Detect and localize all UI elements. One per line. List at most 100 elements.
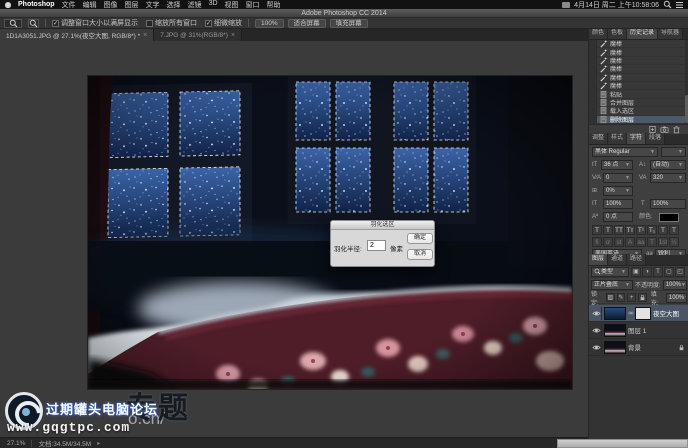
checkbox-box[interactable] [205,20,212,27]
font-family-select[interactable]: 黑体 Regular▼ [592,147,658,157]
option-checkbox[interactable]: 调整窗口大小以满屏显示 [52,18,138,28]
dialog-title[interactable]: 羽化选区 [331,221,434,230]
text-color-swatch[interactable] [659,213,679,222]
panel-tab[interactable]: 样式 [608,133,627,144]
link-icon[interactable] [628,310,634,316]
zoom-preset-button[interactable]: 适合屏幕 [288,19,326,28]
input-method-icon[interactable] [562,2,570,8]
canvas-pasteboard[interactable]: 羽化选区 羽化半径: 像素 确定 取消 过期罐头电脑论坛 www.gqgtpc.… [0,41,588,437]
panel-tab[interactable]: 字符 [627,133,646,144]
history-source-checkbox[interactable] [589,107,597,115]
layer-filter-icon[interactable]: ▢ [664,267,674,277]
spotlight-icon[interactable] [663,0,672,9]
opentype-toggle-icon[interactable]: fi [592,237,602,247]
history-source-checkbox[interactable] [589,90,597,98]
zoom-preset-button[interactable]: 100% [255,19,284,28]
layer-name[interactable]: 图层 1 [628,325,646,335]
zoom-percentage[interactable]: 27.1% [7,440,25,447]
opentype-toggle-icon[interactable]: 1st [658,237,668,247]
history-source-checkbox[interactable] [589,56,597,64]
menu-item[interactable]: 文件 [62,0,76,10]
document-tab[interactable]: 7.JPG @ 31%(RGB/8*) × [154,29,242,41]
tracking-select[interactable]: 320▼ [650,173,686,183]
menu-item[interactable]: 文字 [146,0,160,10]
layer-name[interactable]: 夜空大图 [653,308,679,318]
kerning-select[interactable]: 0▼ [603,173,633,183]
close-tab-icon[interactable]: × [231,32,235,39]
lock-all-icon[interactable] [638,293,647,302]
option-checkbox[interactable]: 细微缩放 [205,18,242,28]
document-tab[interactable]: 1D1A3051.JPG @ 27.1%(夜空大图, RGB/8*) * × [0,29,154,41]
layer-filter-icon[interactable]: T [653,267,663,277]
opentype-toggle-icon[interactable]: ơ [603,237,613,247]
option-checkbox[interactable]: 缩放所有窗口 [146,18,197,28]
history-source-checkbox[interactable] [589,98,597,106]
opentype-toggle-icon[interactable]: A [625,237,635,247]
menu-item[interactable]: 帮助 [267,0,281,10]
leading-select[interactable]: (自动)▼ [650,160,686,170]
menu-item[interactable]: 窗口 [246,0,260,10]
cancel-button[interactable]: 取消 [407,249,433,260]
menu-item[interactable]: 图像 [104,0,118,10]
ok-button[interactable]: 确定 [407,233,433,244]
menu-item[interactable]: 编辑 [83,0,97,10]
status-options-arrow-icon[interactable]: ▸ [97,440,100,447]
history-source-checkbox[interactable] [589,115,597,123]
checkbox-box[interactable] [52,20,59,27]
layer-name[interactable]: 背景 [628,342,641,352]
format-toggle-icon[interactable]: Tт [625,225,635,235]
lock-image-icon[interactable]: ✎ [617,293,626,302]
feather-radius-input[interactable] [367,240,386,251]
close-tab-icon[interactable]: × [143,32,147,39]
panel-tab[interactable]: 色板 [608,28,627,39]
history-source-checkbox[interactable] [589,48,597,56]
layer-filter-select[interactable]: 类型▼ [591,267,629,277]
panel-tab[interactable]: 路径 [627,254,646,265]
notification-center-icon[interactable] [676,2,683,8]
format-toggle-icon[interactable]: T¹ [636,225,646,235]
layer-row[interactable]: 夜空大图 [589,305,688,322]
layer-visibility-toggle[interactable] [591,341,602,354]
checkbox-box[interactable] [146,20,153,27]
format-toggle-icon[interactable]: T [603,225,613,235]
panel-tab[interactable]: 历史记录 [627,28,658,39]
history-source-checkbox[interactable] [589,82,597,90]
format-toggle-icon[interactable]: T [592,225,602,235]
history-source-checkbox[interactable] [589,65,597,73]
opentype-toggle-icon[interactable]: st [614,237,624,247]
layer-filter-icon[interactable]: ▣ [631,267,641,277]
menu-item[interactable]: 3D [209,0,218,10]
layer-thumbnail[interactable] [604,341,626,354]
vertical-scale-field[interactable]: 100% [603,199,633,209]
layer-row[interactable]: 图层 1 [589,322,688,339]
lock-transparency-icon[interactable]: ▨ [606,293,615,302]
zoom-in-button[interactable] [28,19,39,28]
format-toggle-icon[interactable]: T₁ [647,225,657,235]
panel-tab[interactable]: 段落 [646,133,665,144]
lock-position-icon[interactable]: + [627,293,636,302]
zoom-preset-button[interactable]: 填充屏幕 [330,19,368,28]
menu-item[interactable]: 图层 [125,0,139,10]
layer-thumbnail[interactable] [604,324,626,337]
layer-visibility-toggle[interactable] [591,307,602,320]
opacity-select[interactable]: 100%▼ [663,280,687,290]
opentype-toggle-icon[interactable]: T [647,237,657,247]
menu-item[interactable]: 滤镜 [188,0,202,10]
panel-tab[interactable]: 通道 [608,254,627,265]
font-size-select[interactable]: 36 点▼ [601,160,633,170]
opentype-toggle-icon[interactable]: aa [636,237,646,247]
panel-tab[interactable]: 导航器 [658,28,683,39]
layer-row[interactable]: 背景 [589,339,688,356]
history-source-checkbox[interactable] [589,73,597,81]
zoom-tool-preset-icon[interactable] [4,19,22,28]
opentype-toggle-icon[interactable]: ½ [669,237,679,247]
fill-select[interactable]: 100%▼ [666,293,687,303]
panel-tab[interactable]: 调整 [589,133,608,144]
layer-thumbnail[interactable] [604,307,626,320]
layer-mask-thumbnail[interactable] [635,307,651,320]
history-source-checkbox[interactable] [589,40,597,48]
format-toggle-icon[interactable]: T [669,225,679,235]
delete-state-icon[interactable] [672,125,681,134]
format-toggle-icon[interactable]: T [658,225,668,235]
horizontal-scale-field[interactable]: 100% [650,199,686,209]
